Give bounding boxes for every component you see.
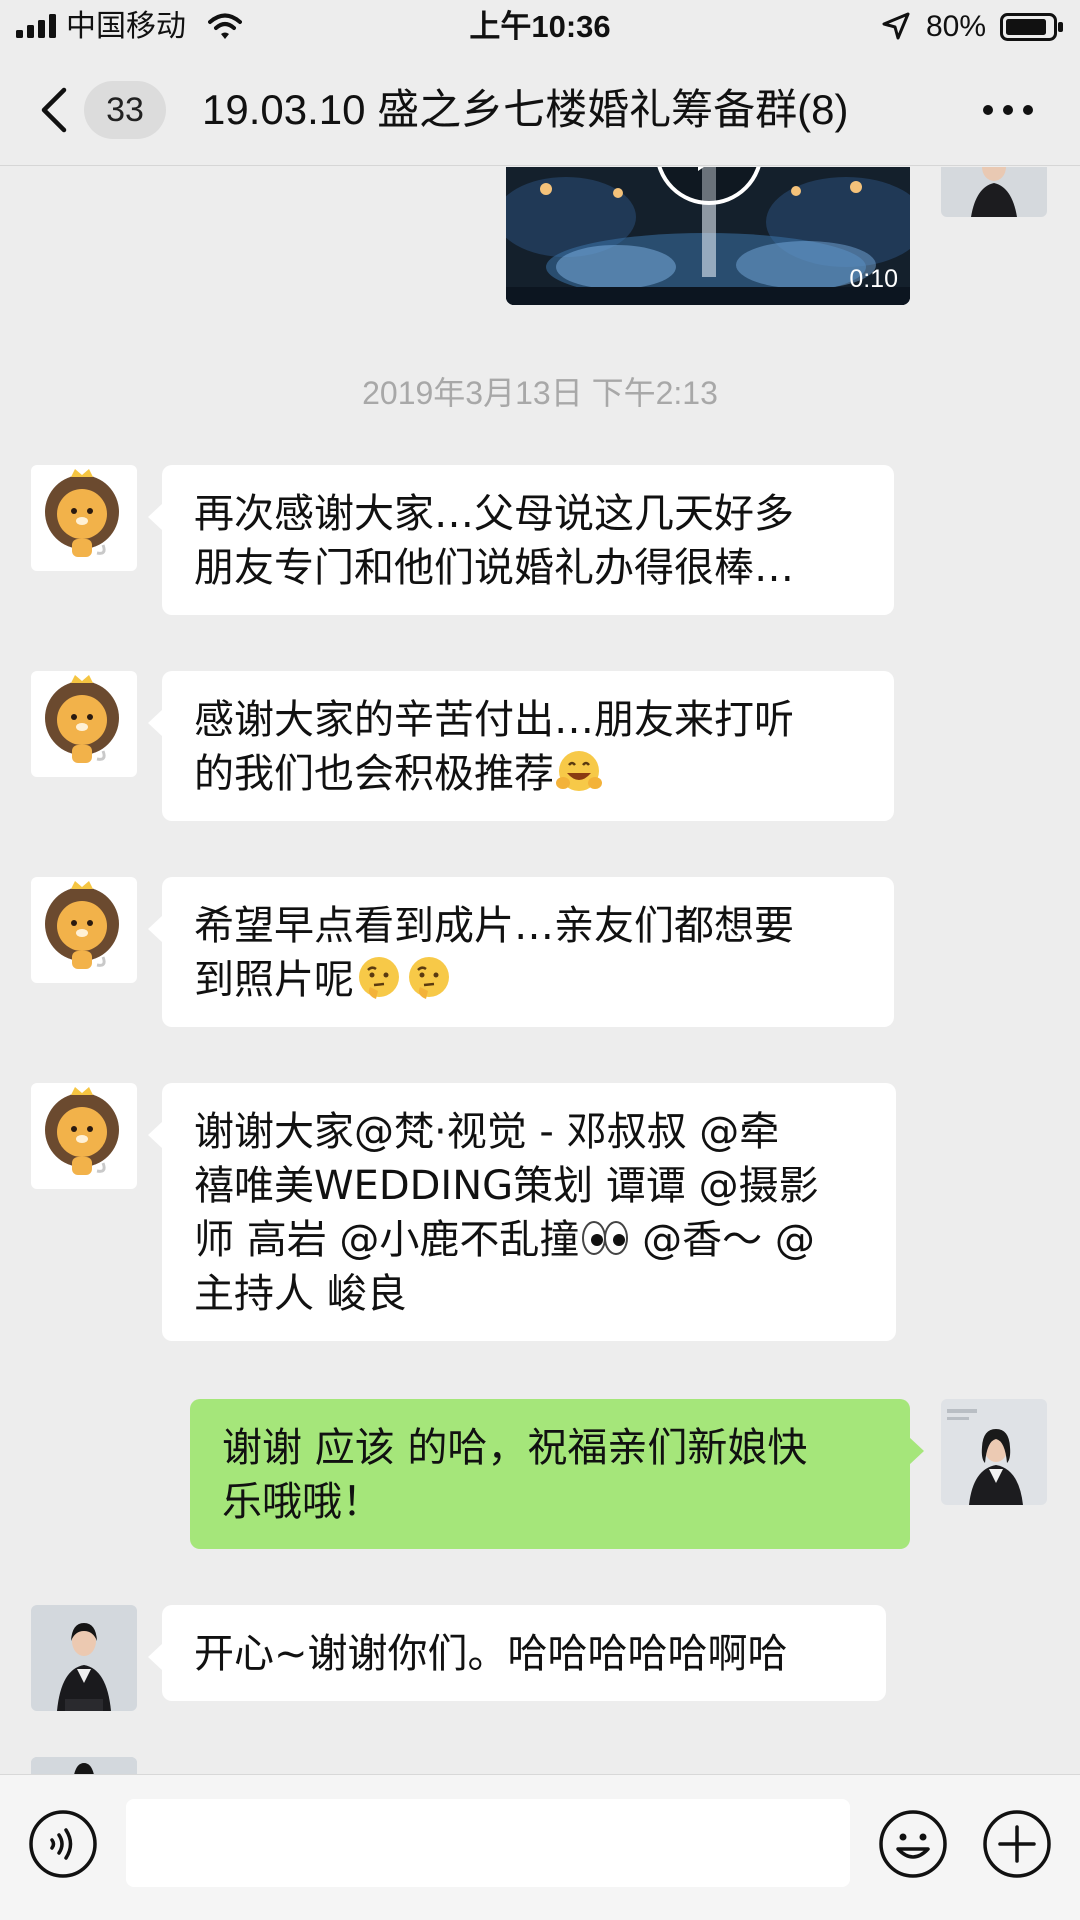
avatar[interactable] [31, 1757, 137, 1774]
message-text: @香～ @ [629, 1217, 815, 1263]
location-arrow-icon [882, 12, 910, 40]
plus-icon[interactable] [982, 1809, 1052, 1879]
grinning-hands-emoji-icon [556, 751, 602, 791]
my-avatar[interactable] [941, 1399, 1047, 1505]
message-text: 谢谢大家@梵·视觉 - 邓叔叔 @牵 [194, 1109, 780, 1155]
message-text: 谢谢 应该 的哈，祝福亲们新娘快 [222, 1425, 808, 1471]
lion-avatar-icon [31, 1083, 137, 1189]
message-text: 禧唯美WEDDING策划 谭谭 @摄影 [194, 1163, 819, 1209]
video-message[interactable]: 0:10 [506, 167, 910, 305]
message-text: 师 高岩 @小鹿不乱撞 [194, 1217, 580, 1263]
woman-avatar-icon [941, 1399, 1047, 1505]
message-text: 感谢大家的辛苦付出…朋友来打听 [194, 697, 794, 743]
thinking-emoji-icon [409, 957, 449, 999]
more-dots-icon[interactable] [980, 92, 1036, 128]
voice-icon[interactable] [28, 1809, 98, 1879]
avatar[interactable] [31, 877, 137, 983]
message-bubble[interactable]: 谢谢大家@梵·视觉 - 邓叔叔 @牵 禧唯美WEDDING策划 谭谭 @摄影 师… [148, 1083, 896, 1341]
message-text: 的我们也会积极推荐 [194, 751, 554, 797]
message-bubble[interactable]: 开心~谢谢你们。哈哈哈哈哈啊哈 [148, 1605, 886, 1701]
woman-avatar-icon [941, 167, 1047, 217]
play-icon[interactable] [654, 167, 764, 207]
battery-icon [1000, 13, 1063, 41]
status-bar: 中国移动 上午10:36 80% [0, 0, 1080, 54]
message-text: 希望早点看到成片…亲友们都想要 [194, 903, 794, 949]
avatar[interactable] [31, 465, 137, 571]
chat-title: 19.03.10 盛之乡七楼婚礼筹备群(8) [202, 86, 849, 133]
chat-area[interactable]: 0:10 2019年3月13日 下午2:13 再次感谢大家…父母说这几天好多 朋… [0, 167, 1080, 1774]
input-bar [0, 1774, 1080, 1920]
lion-avatar-icon [31, 671, 137, 777]
woman-avatar-icon [31, 1605, 137, 1711]
message-bubble[interactable]: 感谢大家的辛苦付出…朋友来打听 的我们也会积极推荐 [148, 671, 894, 821]
chevron-left-icon[interactable] [34, 84, 74, 136]
message-input[interactable] [126, 1799, 850, 1887]
message-text: 主持人 峻良 [194, 1271, 407, 1317]
clock: 上午10:36 [469, 9, 611, 44]
eyes-emoji-icon [582, 1221, 629, 1255]
woman-avatar-icon [31, 1757, 137, 1774]
message-text: 朋友专门和他们说婚礼办得很棒… [194, 545, 794, 591]
unread-count-badge[interactable]: 33 [84, 81, 166, 139]
message-bubble[interactable]: 希望早点看到成片…亲友们都想要 到照片呢 [148, 877, 894, 1027]
avatar[interactable] [31, 1605, 137, 1711]
avatar[interactable] [31, 1083, 137, 1189]
lion-avatar-icon [31, 877, 137, 983]
lion-avatar-icon [31, 465, 137, 571]
nav-bar: 33 19.03.10 盛之乡七楼婚礼筹备群(8) [0, 54, 1080, 166]
my-message-bubble[interactable]: 谢谢 应该 的哈，祝福亲们新娘快 乐哦哦！ [190, 1399, 924, 1549]
message-text: 到照片呢 [194, 957, 354, 1003]
avatar[interactable] [941, 167, 1047, 217]
thinking-emoji-icon [359, 957, 399, 999]
avatar[interactable] [31, 671, 137, 777]
message-text: 乐哦哦！ [222, 1479, 382, 1525]
message-text: 再次感谢大家…父母说这几天好多 [194, 491, 794, 537]
video-duration: 0:10 [849, 265, 898, 293]
message-bubble[interactable]: 再次感谢大家…父母说这几天好多 朋友专门和他们说婚礼办得很棒… [148, 465, 894, 615]
timestamp: 2019年3月13日 下午2:13 [362, 375, 718, 411]
message-text: 开心~谢谢你们。哈哈哈哈哈啊哈 [194, 1631, 788, 1677]
smiley-icon[interactable] [878, 1809, 948, 1879]
battery-percent: 80% [926, 10, 987, 43]
